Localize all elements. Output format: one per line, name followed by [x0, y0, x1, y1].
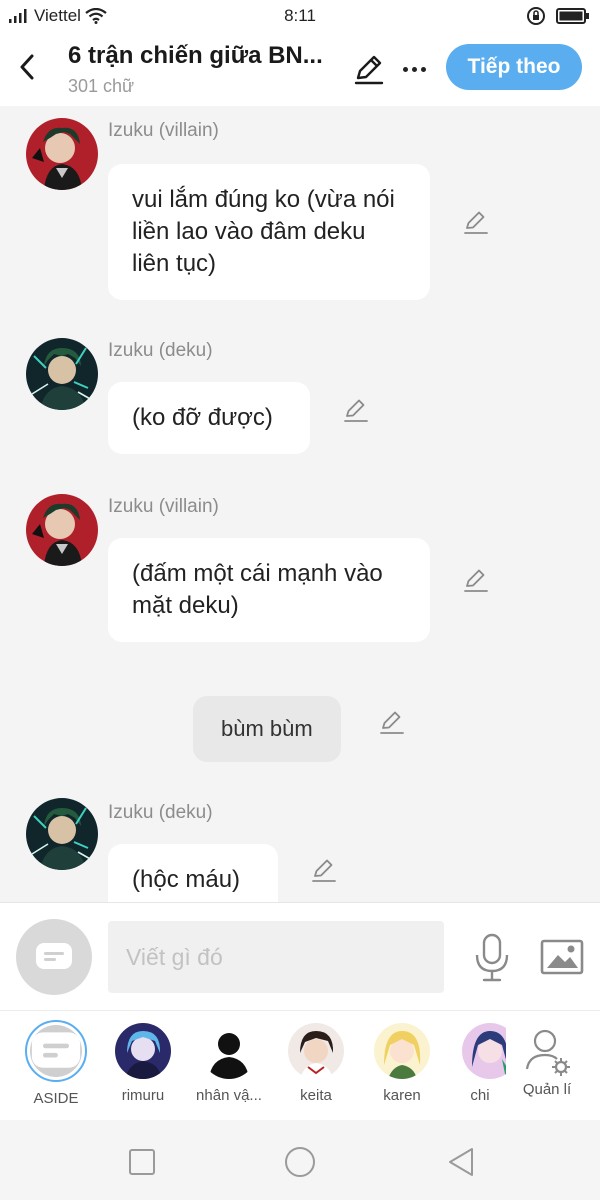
message-bubble[interactable]: (đấm một cái mạnh vào mặt deku)	[108, 538, 430, 642]
character-name: karen	[383, 1087, 421, 1104]
sender-name: Izuku (deku)	[108, 340, 213, 361]
word-count: 301 chữ	[68, 76, 135, 96]
status-time: 8:11	[284, 6, 316, 25]
more-dot-icon	[402, 66, 408, 72]
character-new[interactable]: nhân vậ...	[189, 1023, 269, 1104]
character-aside[interactable]: ASIDE	[16, 1020, 96, 1107]
top-header: 6 trận chiến giữa BN... 301 chữ Tiếp the…	[0, 32, 600, 106]
edit-message-icon[interactable]	[310, 856, 338, 884]
avatar-deku[interactable]	[26, 338, 98, 410]
character-karen[interactable]: karen	[362, 1023, 442, 1104]
keita-avatar-image	[288, 1023, 344, 1079]
character-avatar	[25, 1020, 87, 1082]
more-dot-icon	[411, 66, 417, 72]
recent-apps-icon[interactable]	[124, 1144, 160, 1180]
aside-avatar	[30, 1025, 82, 1077]
villain-avatar-image	[26, 118, 98, 190]
back-button[interactable]	[12, 50, 42, 84]
message-input[interactable]	[108, 921, 444, 993]
character-name: chi	[470, 1087, 490, 1104]
character-avatar	[462, 1023, 510, 1079]
sender-name: Izuku (villain)	[108, 120, 219, 141]
character-avatar	[374, 1023, 430, 1079]
sender-name: Izuku (deku)	[108, 802, 213, 823]
character-selector: ASIDE rimuru nhân vậ... keita karen chi …	[0, 1010, 600, 1120]
message-bubble[interactable]: (ko đỡ được)	[108, 382, 310, 454]
chat-bubble-icon	[36, 943, 72, 969]
avatar-villain[interactable]	[26, 494, 98, 566]
image-icon[interactable]	[540, 937, 584, 977]
edit-message-icon[interactable]	[462, 566, 490, 594]
sender-name: Izuku (villain)	[108, 496, 219, 517]
character-rimuru[interactable]: rimuru	[103, 1023, 183, 1104]
villain-avatar-image	[26, 494, 98, 566]
rotation-lock-icon	[527, 7, 545, 25]
character-name: rimuru	[121, 1087, 165, 1104]
edit-message-icon[interactable]	[378, 708, 406, 736]
more-dot-icon	[420, 66, 426, 72]
edit-message-icon[interactable]	[462, 208, 490, 236]
aside-mode-button[interactable]	[16, 919, 92, 995]
avatar-villain[interactable]	[26, 118, 98, 190]
status-bar: Viettel 8:11	[0, 0, 600, 32]
page-title: 6 trận chiến giữa BN...	[68, 42, 323, 69]
edit-title-button[interactable]	[352, 52, 386, 86]
character-name: nhân vậ...	[196, 1087, 262, 1104]
system-nav-bar	[0, 1120, 600, 1200]
silhouette-avatar-image	[201, 1023, 257, 1079]
pencil-icon	[354, 55, 384, 85]
status-right	[526, 6, 590, 26]
message-bubble[interactable]: vui lắm đúng ko (vừa nói liền lao vào đâ…	[108, 164, 430, 300]
deku-avatar-image	[26, 338, 98, 410]
rimuru-avatar-image	[115, 1023, 171, 1079]
back-triangle-icon[interactable]	[444, 1144, 480, 1180]
chi-avatar-image	[462, 1023, 510, 1079]
battery-icon	[556, 8, 589, 24]
next-button[interactable]: Tiếp theo	[446, 44, 582, 90]
manage-label: Quản lí	[522, 1081, 572, 1098]
chat-bubble-icon	[31, 1032, 81, 1068]
character-name: keita	[300, 1087, 332, 1104]
manage-characters-button[interactable]: Quản lí	[506, 1023, 588, 1119]
character-keita[interactable]: keita	[276, 1023, 356, 1104]
character-avatar	[201, 1023, 257, 1079]
avatar-deku[interactable]	[26, 798, 98, 870]
character-name: ASIDE	[33, 1090, 79, 1107]
chevron-left-icon	[20, 54, 34, 80]
compose-bar	[0, 902, 600, 1010]
character-avatar	[115, 1023, 171, 1079]
home-icon[interactable]	[282, 1144, 318, 1180]
karen-avatar-image	[374, 1023, 430, 1079]
edit-message-icon[interactable]	[342, 396, 370, 424]
microphone-icon[interactable]	[472, 933, 512, 983]
more-options-button[interactable]	[398, 52, 430, 86]
chat-area[interactable]: Izuku (villain) vui lắm đúng ko (vừa nói…	[0, 106, 600, 902]
message-bubble[interactable]: (hộc máu)	[108, 844, 278, 902]
aside-bubble[interactable]: bùm bùm	[193, 696, 341, 762]
character-avatar	[288, 1023, 344, 1079]
deku-avatar-image	[26, 798, 98, 870]
character-chi[interactable]: chi	[450, 1023, 510, 1104]
user-settings-icon	[525, 1029, 570, 1076]
